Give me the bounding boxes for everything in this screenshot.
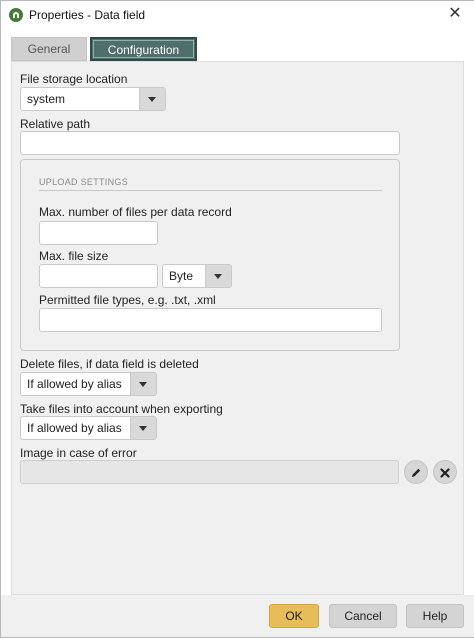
take-files-export-select[interactable]: If allowed by alias xyxy=(20,416,157,440)
file-storage-location-value: system xyxy=(27,92,66,106)
delete-files-select[interactable]: If allowed by alias xyxy=(20,372,157,396)
title-bar: Properties - Data field ✕ xyxy=(1,1,474,29)
file-storage-location-label: File storage location xyxy=(20,72,128,86)
chevron-down-icon[interactable] xyxy=(130,373,156,395)
properties-dialog: Properties - Data field ✕ General Config… xyxy=(0,0,474,638)
chevron-down-icon[interactable] xyxy=(139,88,165,110)
permitted-file-types-input[interactable] xyxy=(39,308,382,332)
help-button[interactable]: Help xyxy=(406,604,464,628)
max-file-size-input[interactable] xyxy=(39,264,158,288)
delete-files-label: Delete files, if data field is deleted xyxy=(20,357,199,371)
max-files-label: Max. number of files per data record xyxy=(39,205,232,219)
tab-general[interactable]: General xyxy=(11,37,87,61)
chevron-down-icon[interactable] xyxy=(130,417,156,439)
close-window-button[interactable]: ✕ xyxy=(446,5,464,23)
window-title: Properties - Data field xyxy=(29,8,146,22)
close-icon xyxy=(440,468,450,478)
max-file-size-label: Max. file size xyxy=(39,249,109,263)
relative-path-input[interactable] xyxy=(20,131,400,155)
clear-image-button[interactable] xyxy=(433,460,457,484)
edit-image-button[interactable] xyxy=(404,460,428,484)
upload-settings-title: UPLOAD SETTINGS xyxy=(39,177,129,187)
file-storage-location-select[interactable]: system xyxy=(20,87,166,111)
pencil-icon xyxy=(412,468,421,477)
dialog-footer: OK Cancel Help xyxy=(1,595,474,637)
relative-path-label: Relative path xyxy=(20,117,91,131)
take-files-export-value: If allowed by alias xyxy=(27,421,122,435)
tab-configuration[interactable]: Configuration xyxy=(90,37,197,61)
max-files-input[interactable] xyxy=(39,221,158,245)
permitted-file-types-label: Permitted file types, e.g. .txt, .xml xyxy=(39,293,216,307)
cancel-button[interactable]: Cancel xyxy=(329,604,397,628)
take-files-export-label: Take files into account when exporting xyxy=(20,402,223,416)
file-size-unit-value: Byte xyxy=(169,269,194,283)
file-size-unit-select[interactable]: Byte xyxy=(162,264,232,288)
divider xyxy=(39,190,382,191)
ok-button[interactable]: OK xyxy=(269,604,319,628)
image-error-field xyxy=(20,460,399,484)
delete-files-value: If allowed by alias xyxy=(27,377,122,391)
upload-settings-group: UPLOAD SETTINGS Max. number of files per… xyxy=(20,159,400,351)
chevron-down-icon[interactable] xyxy=(205,265,231,287)
app-logo-icon xyxy=(9,8,23,22)
configuration-panel: File storage location system Relative pa… xyxy=(11,61,464,595)
image-error-label: Image in case of error xyxy=(20,446,137,460)
